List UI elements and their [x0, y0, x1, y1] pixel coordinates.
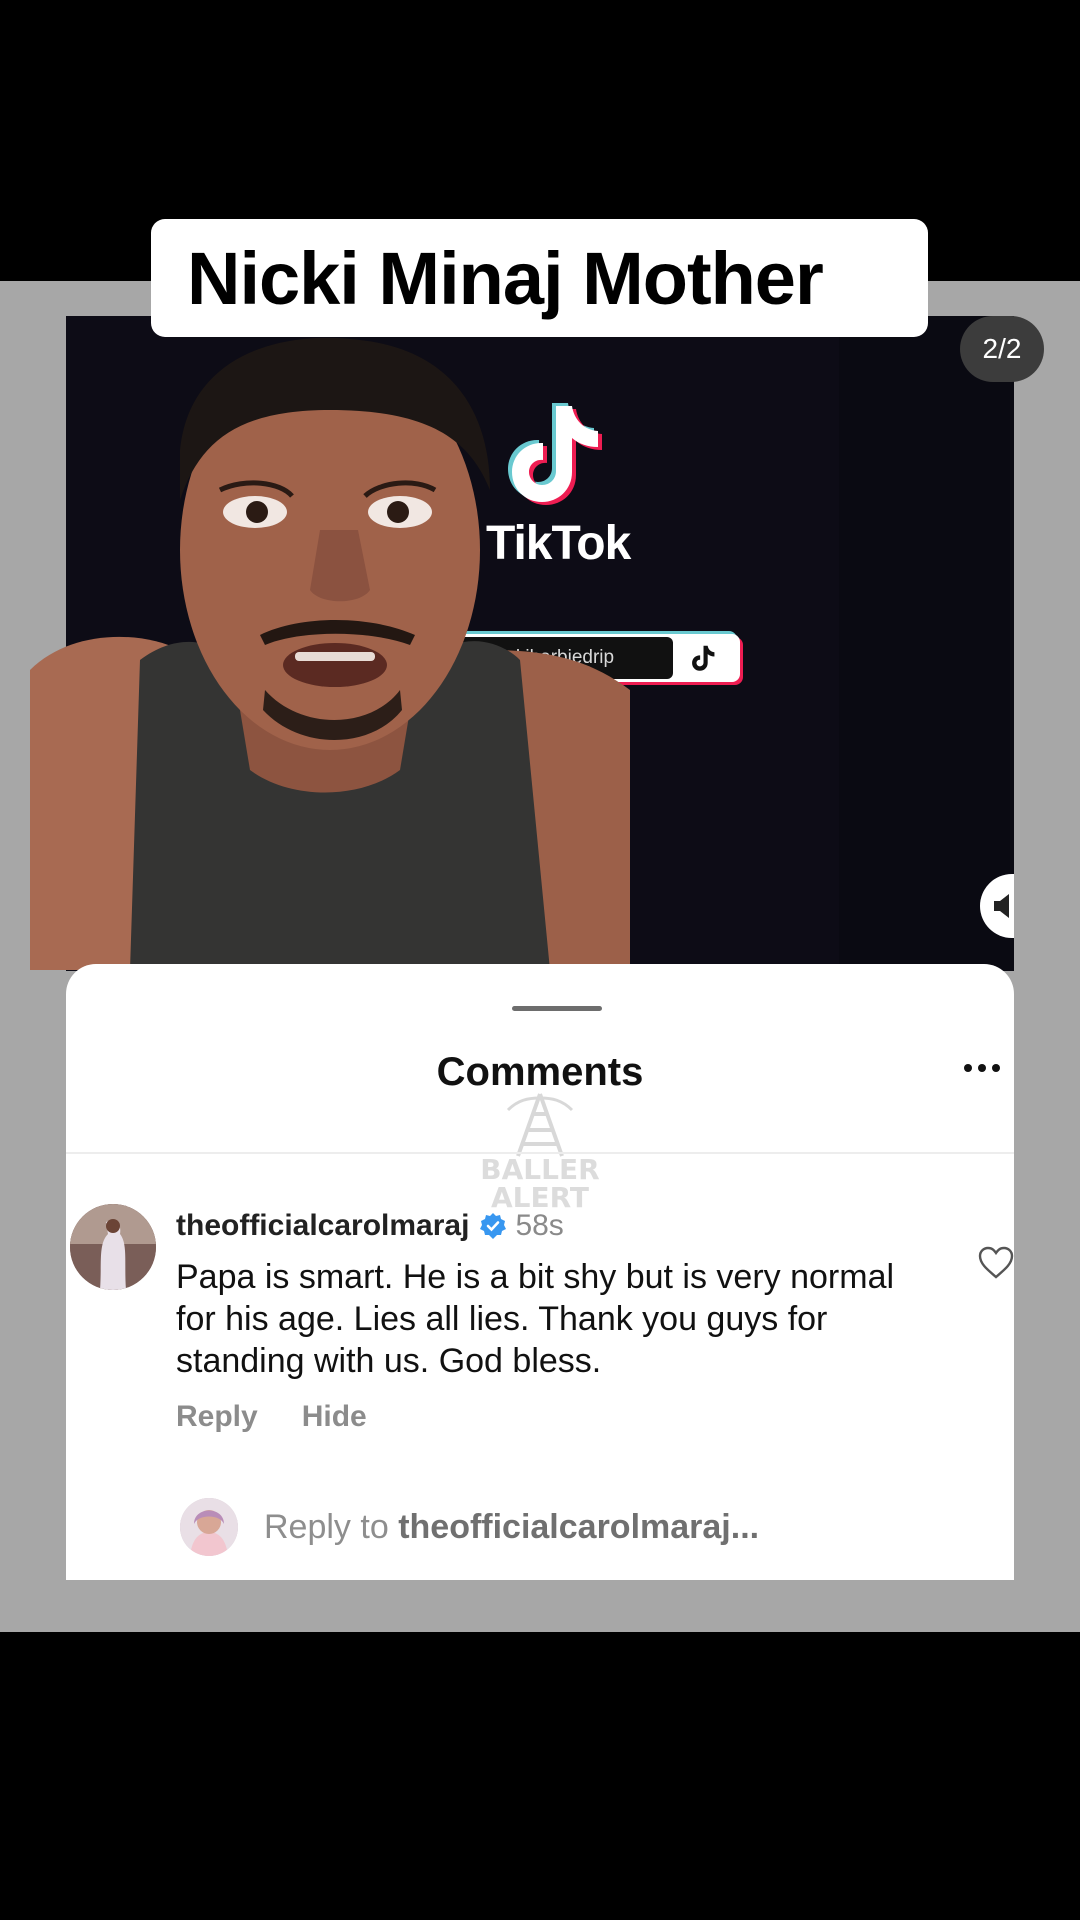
- divider: [66, 1152, 1014, 1154]
- current-user-avatar: [180, 1498, 238, 1556]
- reply-placeholder[interactable]: Reply to theofficialcarolmaraj...: [264, 1508, 759, 1547]
- watermark-logo: BALLER ALERT: [478, 1090, 602, 1214]
- comment-body: Papa is smart. He is a bit shy but is ve…: [176, 1258, 895, 1380]
- username[interactable]: theofficialcarolmaraj: [176, 1209, 469, 1243]
- speaker-icon: [994, 894, 1009, 918]
- sheet-drag-handle[interactable]: [512, 1006, 602, 1011]
- watermark-text: BALLER ALERT: [480, 1153, 600, 1214]
- comment-author[interactable]: theofficialcarolmaraj 58s: [176, 1209, 564, 1243]
- tiktok-small-icon: [673, 643, 733, 673]
- comment-timestamp: 58s: [515, 1209, 564, 1242]
- comments-sheet: Comments BALLER ALERT theofficialcarolma…: [66, 964, 1014, 1580]
- hide-button[interactable]: Hide: [302, 1400, 367, 1434]
- page-indicator: 2/2: [960, 316, 1044, 382]
- video-title: Nicki Minaj Mother: [187, 236, 824, 320]
- comments-title: Comments: [436, 1050, 644, 1094]
- reply-input[interactable]: Reply to theofficialcarolmaraj...: [180, 1498, 759, 1556]
- reply-button[interactable]: Reply: [176, 1400, 258, 1434]
- video-title-caption: Nicki Minaj Mother: [151, 219, 928, 337]
- verified-badge-icon: [480, 1213, 507, 1239]
- tower-icon: [506, 1093, 574, 1157]
- like-heart-icon[interactable]: [978, 1246, 1014, 1280]
- more-options-icon[interactable]: [964, 1064, 1000, 1072]
- avatar[interactable]: [70, 1204, 156, 1290]
- presenter-image: [30, 337, 630, 970]
- comment-actions: Reply Hide: [176, 1400, 367, 1434]
- video-dark-panel: [839, 316, 1014, 971]
